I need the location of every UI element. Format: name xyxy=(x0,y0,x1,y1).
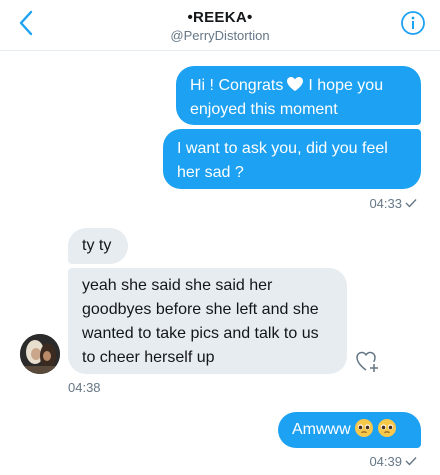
pleading-face-icon xyxy=(354,419,373,437)
message-text: yeah she said she said her goodbyes befo… xyxy=(82,277,319,366)
message-timestamp: 04:33 xyxy=(369,196,417,212)
message-timestamp: 04:39 xyxy=(369,454,417,470)
conversation-title-block[interactable]: •REEKA• @PerryDistortion xyxy=(0,9,440,44)
message-text: I want to ask you, did you feel her sad … xyxy=(177,140,388,181)
white-heart-icon xyxy=(287,77,304,91)
avatar-image xyxy=(20,334,60,374)
outgoing-message[interactable]: Hi ! Congrats I hope you enjoyed this mom… xyxy=(176,66,421,125)
incoming-message[interactable]: yeah she said she said her goodbyes befo… xyxy=(68,268,347,374)
outgoing-message[interactable]: Amwww xyxy=(278,412,421,448)
message-text: enjoyed this moment xyxy=(190,101,338,118)
timestamp-text: 04:33 xyxy=(369,196,402,211)
heart-plus-icon[interactable] xyxy=(355,349,381,373)
conversation-handle: @PerryDistortion xyxy=(170,28,270,43)
timestamp-text: 04:39 xyxy=(369,454,402,469)
message-text: Hi ! Congrats xyxy=(190,77,284,94)
message-text: I hope you xyxy=(308,77,384,94)
avatar[interactable] xyxy=(20,334,60,374)
message-text: ty ty xyxy=(82,237,112,254)
conversation-header: •REEKA• @PerryDistortion xyxy=(0,0,440,51)
checkmark-icon xyxy=(405,457,417,466)
message-timestamp: 04:38 xyxy=(68,380,101,396)
message-text: Amwww xyxy=(292,421,351,438)
outgoing-message[interactable]: I want to ask you, did you feel her sad … xyxy=(163,129,421,189)
conversation-title: •REEKA• xyxy=(187,9,253,26)
message-line: Amwww xyxy=(292,418,407,442)
incoming-message[interactable]: ty ty xyxy=(68,228,128,264)
info-icon[interactable] xyxy=(400,10,426,36)
pleading-face-icon xyxy=(377,419,396,437)
checkmark-icon xyxy=(405,199,417,208)
message-line: Hi ! Congrats I hope you xyxy=(190,74,407,98)
timestamp-text: 04:38 xyxy=(68,380,101,395)
